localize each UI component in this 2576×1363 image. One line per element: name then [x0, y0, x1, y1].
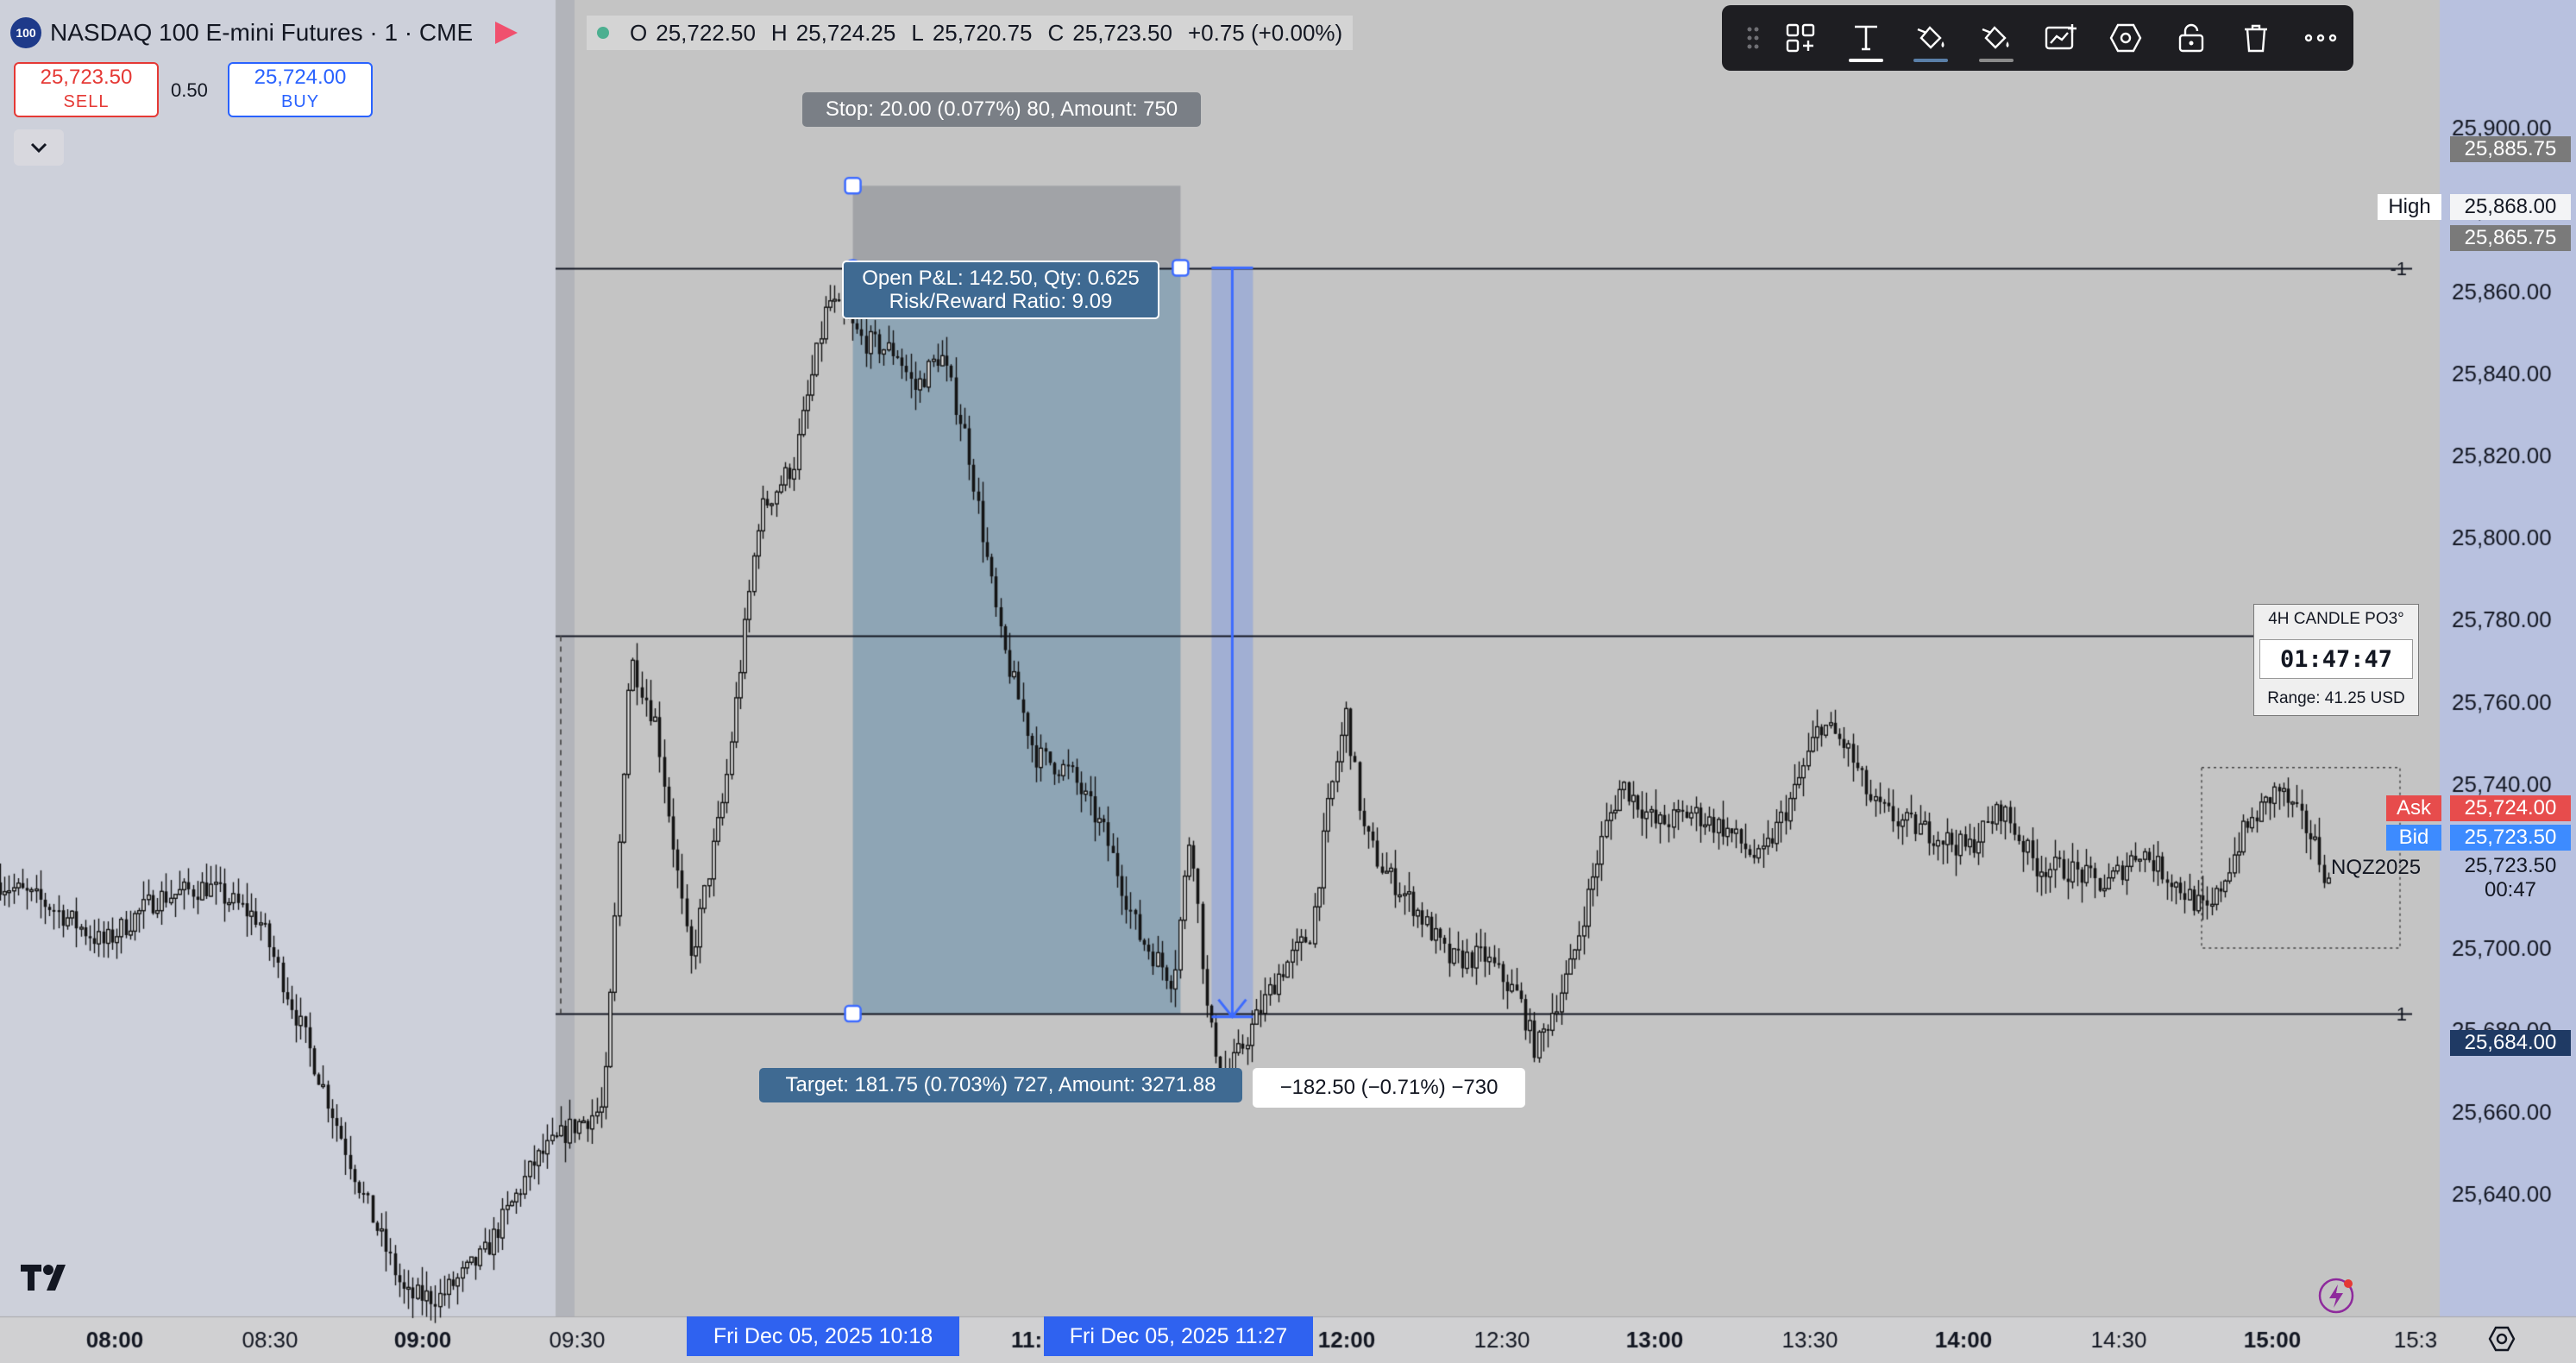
- po3-range: Range: 41.25 USD: [2267, 689, 2405, 707]
- more-icon: [2305, 34, 2337, 42]
- line-color-swatch: [1978, 59, 2014, 62]
- sell-price: 25,723.50: [40, 66, 133, 89]
- lock-button[interactable]: [2158, 5, 2223, 71]
- drawing-toolbar: [1722, 5, 2353, 71]
- high-price-tag: 25,868.00: [2450, 194, 2571, 220]
- add-alert-button[interactable]: [2028, 5, 2093, 71]
- measure-label[interactable]: −182.50 (−0.71%) −730: [1253, 1068, 1525, 1108]
- high-label: High: [2378, 194, 2441, 220]
- ohlc-open-value: 25,722.50: [656, 19, 756, 46]
- buy-price: 25,724.00: [254, 66, 347, 89]
- po3-title: 4H CANDLE PO3°: [2268, 610, 2404, 628]
- position-end-date: Fri Dec 05, 2025 11:27: [1044, 1316, 1313, 1356]
- lock-icon: [2178, 23, 2203, 53]
- text-tool-button[interactable]: [1833, 5, 1898, 71]
- po3-widget[interactable]: 4H CANDLE PO3° 01:47:47 Range: 41.25 USD: [2253, 604, 2419, 716]
- price-chart-canvas[interactable]: [0, 0, 2576, 1363]
- templates-icon: [1787, 23, 1815, 53]
- ohlc-change: +0.75 (+0.00%): [1187, 19, 1343, 46]
- symbol-title[interactable]: NASDAQ 100 E-mini Futures · 1 · CME: [50, 19, 473, 47]
- visibility-dot-icon[interactable]: [597, 27, 609, 39]
- collapse-trade-panel-button[interactable]: [14, 129, 64, 166]
- tradingview-logo-icon[interactable]: [19, 1263, 76, 1292]
- ohlc-open-key: O: [630, 19, 648, 46]
- spread-value: 0.50: [171, 79, 208, 101]
- target-label[interactable]: Target: 181.75 (0.703%) 727, Amount: 327…: [759, 1068, 1242, 1102]
- add-alert-icon: [2045, 24, 2077, 50]
- ohlc-legend: O 25,722.50 H 25,724.25 L 25,720.75 C 25,723…: [587, 16, 1354, 50]
- last-price-value: 25,723.50: [2464, 854, 2557, 877]
- open-pnl-label[interactable]: Open P&L: 142.50, Qty: 0.625 Risk/Reward…: [842, 261, 1159, 319]
- bar-countdown: 00:47: [2484, 878, 2537, 901]
- po3-countdown: 01:47:47: [2259, 639, 2413, 679]
- ohlc-low-key: L: [911, 19, 924, 46]
- symbol-title-bar[interactable]: 100 NASDAQ 100 E-mini Futures · 1 · CME: [10, 14, 518, 52]
- ohlc-high-key: H: [770, 19, 788, 46]
- entry-price-tag: 25,865.75: [2450, 225, 2571, 251]
- trash-icon: [2244, 24, 2267, 53]
- settings-hexagon-icon: [2109, 23, 2142, 53]
- last-price-tag: 25,723.50 00:47: [2450, 854, 2571, 902]
- chevron-down-icon: [30, 142, 47, 154]
- ask-label: Ask: [2386, 795, 2441, 821]
- buy-label: BUY: [280, 92, 320, 111]
- ohlc-close-key: C: [1047, 19, 1065, 46]
- sell-button[interactable]: 25,723.50 SELL: [14, 62, 159, 117]
- ohlc-close-value: 25,723.50: [1072, 19, 1172, 46]
- line-color-button[interactable]: [1963, 5, 2028, 71]
- bid-label: Bid: [2386, 825, 2441, 851]
- more-button[interactable]: [2289, 5, 2353, 71]
- open-pnl-text: Open P&L: 142.50, Qty: 0.625: [862, 267, 1140, 290]
- bid-price-tag: 25,723.50: [2450, 825, 2571, 851]
- text-icon: [1854, 25, 1877, 51]
- fill-color-swatch: [1913, 59, 1949, 62]
- delete-button[interactable]: [2223, 5, 2288, 71]
- gear-icon[interactable]: [2488, 1325, 2516, 1353]
- sell-label: SELL: [63, 92, 110, 111]
- ohlc-high-value: 25,724.25: [795, 19, 896, 46]
- buy-button[interactable]: 25,724.00 BUY: [228, 62, 373, 117]
- stop-price-tag: 25,885.75: [2450, 136, 2571, 162]
- fill-color-icon: [1917, 26, 1945, 49]
- fill-color-button[interactable]: [1898, 5, 1963, 71]
- templates-button[interactable]: [1769, 5, 1833, 71]
- position-start-date: Fri Dec 05, 2025 10:18: [687, 1316, 959, 1356]
- symbol-logo-icon: 100: [10, 17, 41, 48]
- flag-icon[interactable]: [495, 22, 518, 44]
- line-color-icon: [1982, 26, 2009, 49]
- text-color-swatch: [1849, 59, 1884, 62]
- stop-label[interactable]: Stop: 20.00 (0.077%) 80, Amount: 750: [802, 92, 1201, 127]
- symbol-code-label: NQZ2025: [2331, 856, 2422, 879]
- drag-handle-icon[interactable]: [1737, 5, 1769, 71]
- risk-reward-text: Risk/Reward Ratio: 9.09: [889, 290, 1113, 313]
- object-settings-button[interactable]: [2094, 5, 2158, 71]
- bolt-icon[interactable]: [2317, 1277, 2355, 1315]
- ohlc-low-value: 25,720.75: [932, 19, 1033, 46]
- target-price-tag: 25,684.00: [2450, 1030, 2571, 1056]
- ask-price-tag: 25,724.00: [2450, 795, 2571, 821]
